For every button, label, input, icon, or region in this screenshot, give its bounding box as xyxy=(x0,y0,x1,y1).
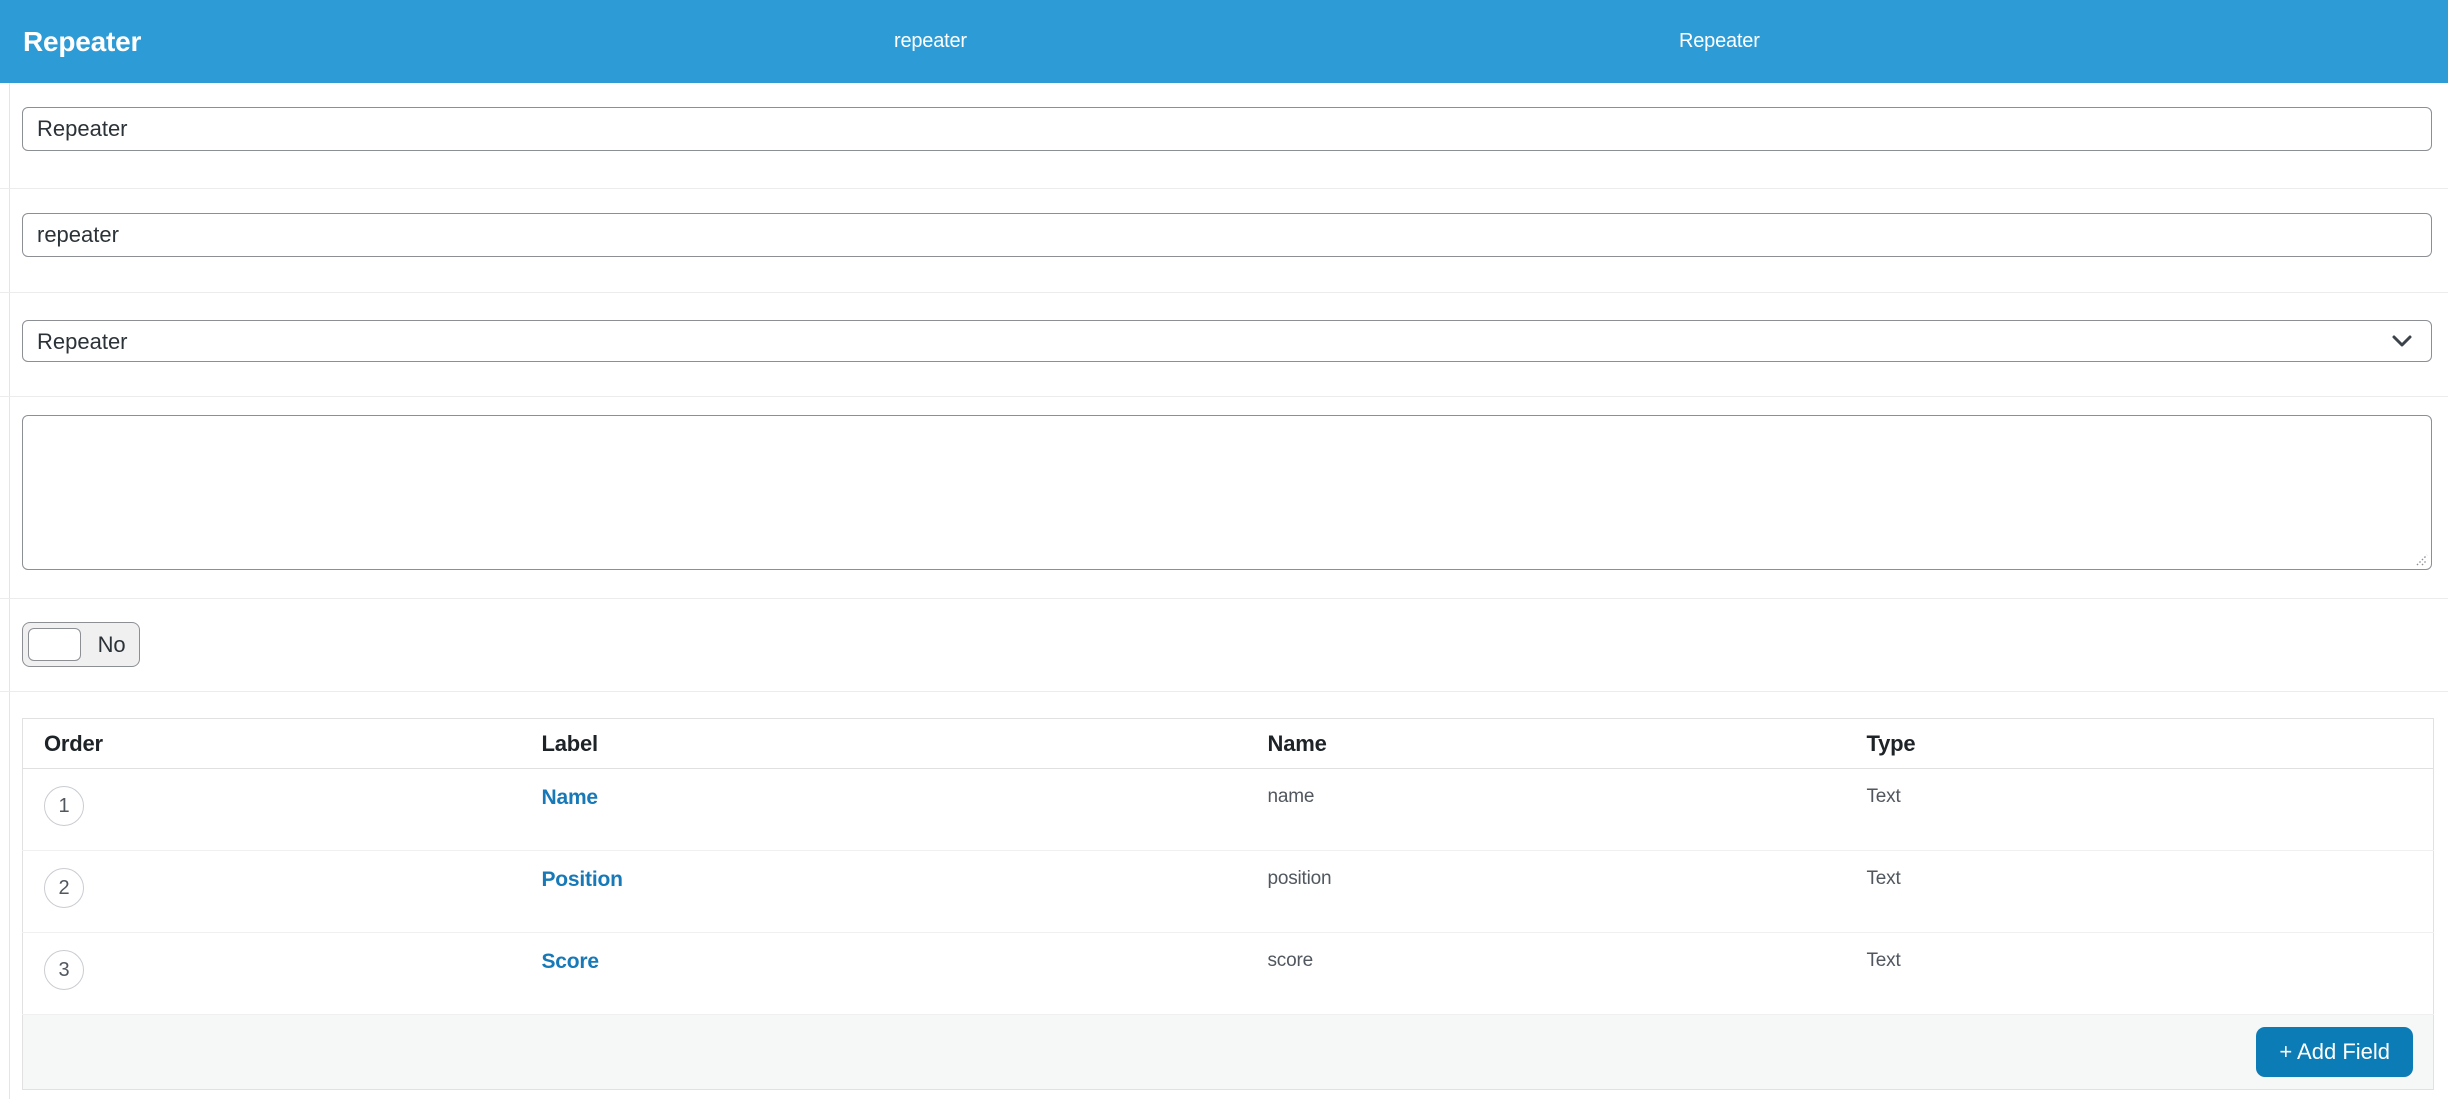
field-group-type: Repeater xyxy=(1679,30,1760,52)
column-header-order: Order xyxy=(22,718,521,769)
order-badge[interactable]: 3 xyxy=(44,950,84,990)
row-divider xyxy=(0,396,2448,397)
order-number: 3 xyxy=(58,958,70,981)
row-divider xyxy=(0,691,2448,692)
row-divider xyxy=(0,598,2448,599)
order-badge[interactable]: 1 xyxy=(44,786,84,826)
field-group-title: Repeater xyxy=(23,25,142,57)
field-type-cell: Text xyxy=(1845,850,2434,933)
label-input[interactable] xyxy=(22,107,2432,151)
field-name-cell: score xyxy=(1246,932,1846,1015)
field-label-link[interactable]: Name xyxy=(542,786,599,809)
fields-table-footer-row: + Add Field xyxy=(22,1014,2434,1090)
column-header-label: Label xyxy=(520,718,1247,769)
table-row: 3 Score score Text xyxy=(22,932,2434,1015)
order-badge[interactable]: 2 xyxy=(44,868,84,908)
order-number: 1 xyxy=(58,794,70,817)
field-group-name: repeater xyxy=(894,30,967,52)
name-input[interactable] xyxy=(22,213,2432,257)
add-field-button[interactable]: + Add Field xyxy=(2256,1027,2413,1077)
description-textarea[interactable] xyxy=(22,415,2432,570)
fields-table-header-row: Order Label Name Type xyxy=(22,718,2434,769)
field-type-cell: Text xyxy=(1845,768,2434,851)
toggle-state-label: No xyxy=(97,631,126,657)
content-left-border xyxy=(9,83,10,1099)
field-label-link[interactable]: Score xyxy=(542,950,600,973)
order-number: 2 xyxy=(58,876,70,899)
description-textarea-wrap xyxy=(22,415,2432,570)
field-name-cell: position xyxy=(1246,850,1846,933)
table-row: 2 Position position Text xyxy=(22,850,2434,933)
type-select[interactable]: Repeater xyxy=(22,320,2432,362)
field-label-link[interactable]: Position xyxy=(542,868,623,891)
toggle-switch[interactable]: No xyxy=(22,622,140,667)
column-header-type: Type xyxy=(1845,718,2434,769)
row-divider xyxy=(0,292,2448,293)
field-name-cell: name xyxy=(1246,768,1846,851)
table-row: 1 Name name Text xyxy=(22,768,2434,851)
type-select-wrap: Repeater xyxy=(22,320,2432,362)
fields-table: Order Label Name Type 1 Name name Text 2 xyxy=(22,718,2434,1090)
toggle-knob[interactable] xyxy=(28,628,81,661)
row-divider xyxy=(0,188,2448,189)
field-type-cell: Text xyxy=(1845,932,2434,1015)
column-header-name: Name xyxy=(1246,718,1846,769)
panel-header: Repeater repeater Repeater xyxy=(0,0,2448,83)
